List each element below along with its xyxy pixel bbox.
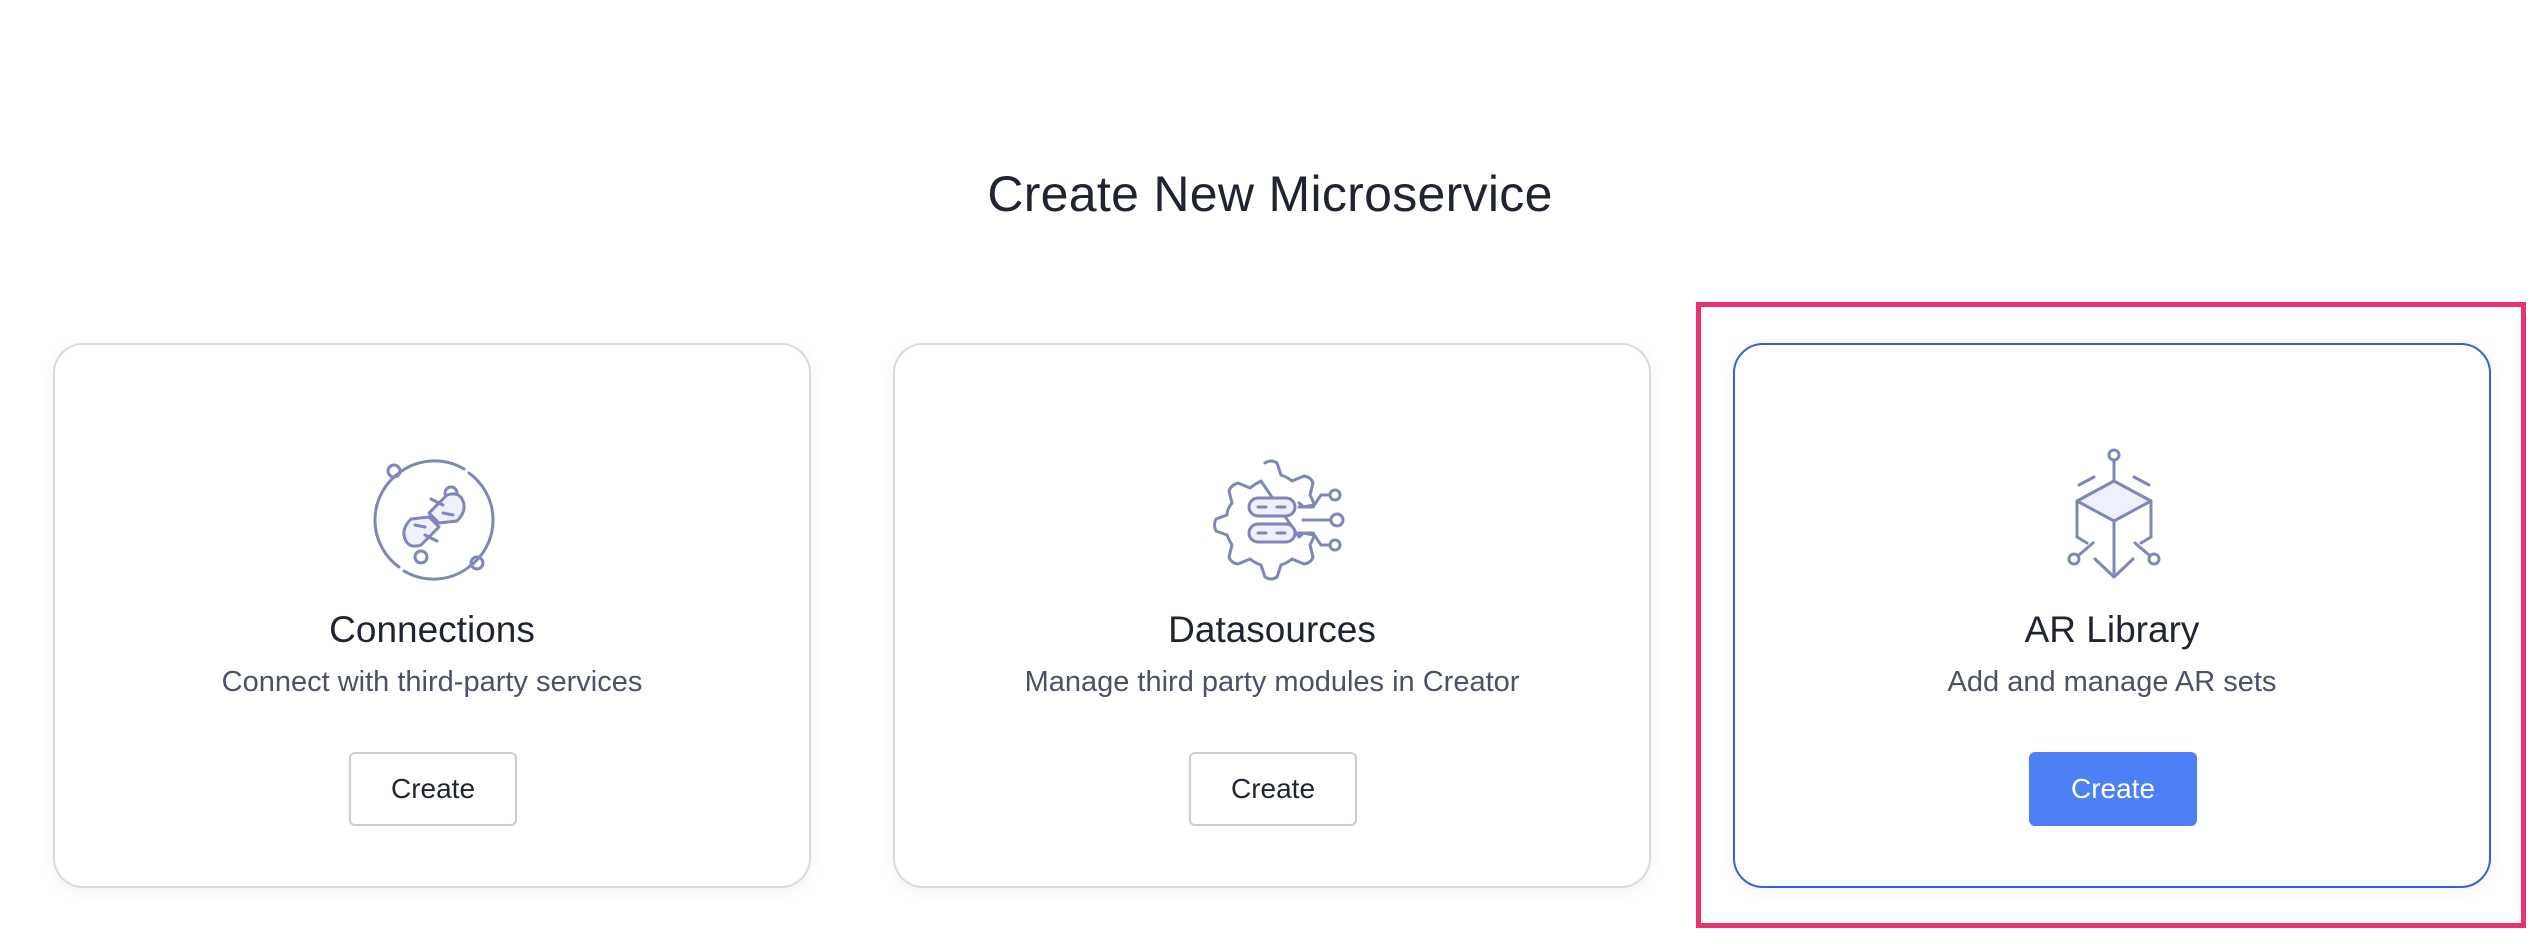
page-title: Create New Microservice: [987, 165, 1553, 222]
plug-connection-icon: [359, 445, 509, 595]
selection-highlight-frame: [1696, 302, 2526, 928]
create-microservice-page: Create New Microservice Connections Conn…: [0, 0, 2540, 944]
datasources-create-button[interactable]: Create: [1189, 752, 1357, 826]
card-description: Connect with third-party services: [221, 666, 643, 698]
datasources-card[interactable]: Datasources Manage third party modules i…: [893, 343, 1651, 888]
card-description: Manage third party modules in Creator: [1024, 666, 1520, 698]
connections-create-button[interactable]: Create: [349, 752, 517, 826]
database-gear-icon: [1199, 445, 1349, 595]
card-title: Datasources: [1168, 609, 1376, 650]
connections-card[interactable]: Connections Connect with third-party ser…: [53, 343, 811, 888]
card-title: Connections: [329, 609, 535, 650]
